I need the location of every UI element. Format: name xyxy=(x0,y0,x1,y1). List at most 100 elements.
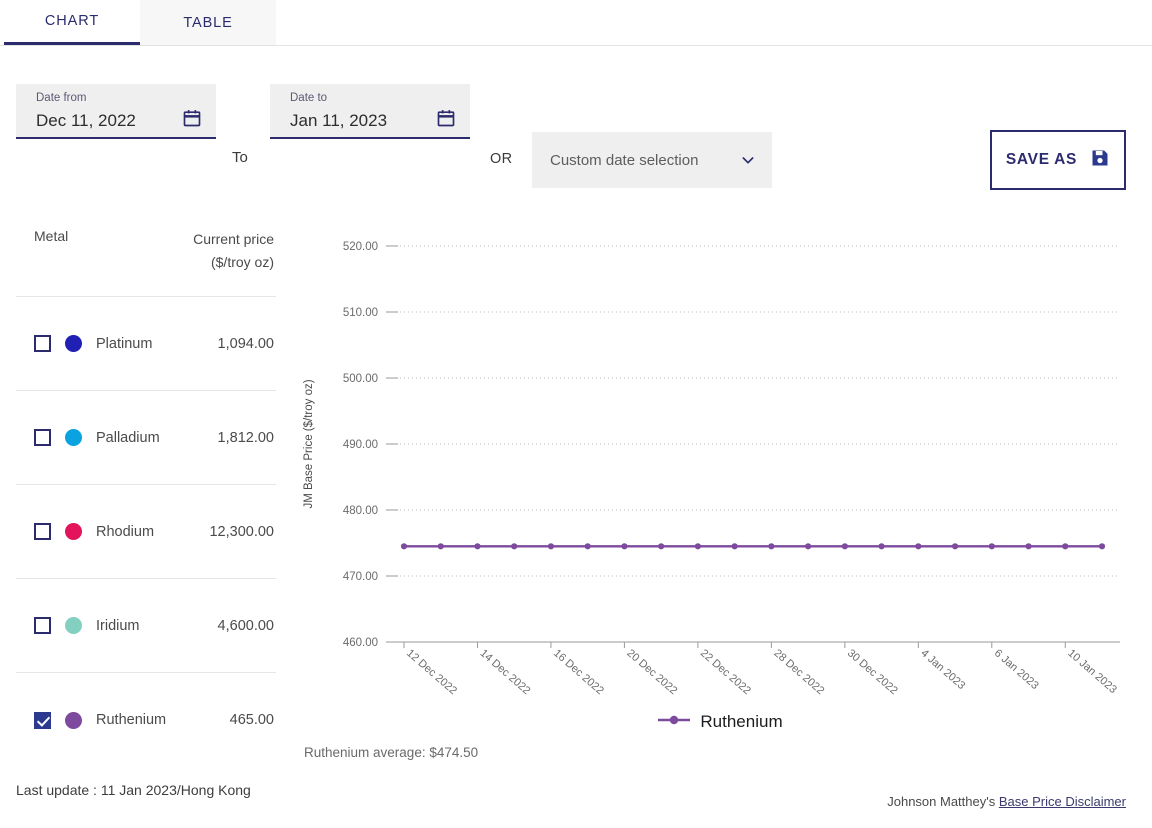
disclaimer-text: Johnson Matthey's Base Price Disclaimer xyxy=(887,794,1126,809)
metal-row-rhodium[interactable]: Rhodium12,300.00 xyxy=(16,485,276,579)
save-floppy-icon xyxy=(1090,148,1110,173)
chart-canvas: 460.00 470.00 480.00 490.00 500.00 510.00 520.… xyxy=(290,200,1150,700)
series-point xyxy=(401,543,407,549)
color-swatch-icon xyxy=(65,523,82,540)
metal-price: 465.00 xyxy=(230,712,276,728)
series-point xyxy=(952,543,958,549)
series-point xyxy=(1025,543,1031,549)
header-price-line2: ($/troy oz) xyxy=(211,254,274,270)
x-tick-label: 12 Dec 2022 xyxy=(404,647,459,697)
chevron-down-icon[interactable] xyxy=(740,152,756,168)
price-chart: 460.00 470.00 480.00 490.00 500.00 510.00 520.… xyxy=(290,200,1150,760)
series-point xyxy=(842,543,848,549)
x-tick-label: 22 Dec 2022 xyxy=(698,647,753,697)
date-from-value: Dec 11, 2022 xyxy=(36,107,204,135)
y-tick-label: 470.00 xyxy=(343,571,378,583)
calendar-icon[interactable] xyxy=(436,108,456,128)
tab-chart[interactable]: CHART xyxy=(4,0,140,45)
series-point xyxy=(1062,543,1068,549)
x-tick-label: 16 Dec 2022 xyxy=(551,647,606,697)
checkbox-palladium[interactable] xyxy=(34,429,51,446)
series-point xyxy=(768,543,774,549)
legend-label-ruthenium: Ruthenium xyxy=(700,712,782,732)
series-point xyxy=(511,543,517,549)
x-tick-label: 14 Dec 2022 xyxy=(478,647,533,697)
checkbox-platinum[interactable] xyxy=(34,335,51,352)
series-point xyxy=(695,543,701,549)
metal-name: Palladium xyxy=(96,430,218,446)
checkbox-rhodium[interactable] xyxy=(34,523,51,540)
header-price-line1: Current price xyxy=(193,231,274,247)
tab-table[interactable]: TABLE xyxy=(140,0,276,45)
x-tick-label: 6 Jan 2023 xyxy=(992,647,1041,692)
date-selection-dropdown[interactable]: Custom date selection xyxy=(532,132,772,188)
base-price-disclaimer-link[interactable]: Base Price Disclaimer xyxy=(999,794,1126,809)
y-tick-label: 520.00 xyxy=(343,241,378,253)
x-tick-label: 10 Jan 2023 xyxy=(1065,647,1119,696)
date-from-label: Date from xyxy=(36,91,204,105)
color-swatch-icon xyxy=(65,617,82,634)
series-point xyxy=(732,543,738,549)
average-annotation: Ruthenium average: $474.50 xyxy=(304,745,478,760)
header-current-price: Current price ($/troy oz) xyxy=(193,228,274,274)
checkbox-ruthenium[interactable] xyxy=(34,712,51,729)
y-tick-label: 500.00 xyxy=(343,373,378,385)
series-point xyxy=(878,543,884,549)
metal-table-header: Metal Current price ($/troy oz) xyxy=(16,210,276,297)
metal-name: Iridium xyxy=(96,618,218,634)
metal-row-iridium[interactable]: Iridium4,600.00 xyxy=(16,579,276,673)
metal-name: Rhodium xyxy=(96,524,209,540)
y-tick-label: 460.00 xyxy=(343,637,378,649)
metal-price: 12,300.00 xyxy=(209,524,276,540)
metal-price: 1,812.00 xyxy=(218,430,276,446)
disclaimer-prefix: Johnson Matthey's xyxy=(887,794,999,809)
tab-table-label: TABLE xyxy=(183,15,232,31)
metal-row-palladium[interactable]: Palladium1,812.00 xyxy=(16,391,276,485)
metal-list-panel: Metal Current price ($/troy oz) Platinum… xyxy=(16,210,276,767)
last-update-text: Last update : 11 Jan 2023/Hong Kong xyxy=(16,782,251,798)
metal-name: Ruthenium xyxy=(96,712,230,728)
metal-price: 4,600.00 xyxy=(218,618,276,634)
y-tick-label: 490.00 xyxy=(343,439,378,451)
metal-row-platinum[interactable]: Platinum1,094.00 xyxy=(16,297,276,391)
y-tick-label: 480.00 xyxy=(343,505,378,517)
tab-bar: CHART TABLE xyxy=(0,0,1152,46)
series-point xyxy=(438,543,444,549)
series-point xyxy=(658,543,664,549)
series-point xyxy=(1099,543,1105,549)
date-to-field[interactable]: Date to Jan 11, 2023 xyxy=(270,84,470,139)
x-tick-label: 4 Jan 2023 xyxy=(918,647,967,692)
x-tick-label: 30 Dec 2022 xyxy=(845,647,900,697)
series-point xyxy=(621,543,627,549)
checkbox-iridium[interactable] xyxy=(34,617,51,634)
x-tick-label: 28 Dec 2022 xyxy=(771,647,826,697)
header-metal: Metal xyxy=(34,228,68,244)
x-tick-label: 20 Dec 2022 xyxy=(624,647,679,697)
legend-marker-icon xyxy=(657,713,691,732)
chart-legend: Ruthenium xyxy=(290,712,1150,732)
color-swatch-icon xyxy=(65,429,82,446)
date-selection-value: Custom date selection xyxy=(550,152,740,169)
date-to-label: Date to xyxy=(290,91,458,105)
metal-name: Platinum xyxy=(96,336,218,352)
to-separator-label: To xyxy=(232,149,248,166)
series-point xyxy=(548,543,554,549)
calendar-icon[interactable] xyxy=(182,108,202,128)
color-swatch-icon xyxy=(65,335,82,352)
series-point xyxy=(989,543,995,549)
metal-price: 1,094.00 xyxy=(218,336,276,352)
save-as-button[interactable]: SAVE AS xyxy=(990,130,1126,190)
filter-toolbar: Date from Dec 11, 2022 To Date to Jan 11… xyxy=(0,46,1152,164)
metal-row-ruthenium[interactable]: Ruthenium465.00 xyxy=(16,673,276,767)
series-point xyxy=(805,543,811,549)
series-point xyxy=(585,543,591,549)
tab-chart-label: CHART xyxy=(45,13,99,29)
or-separator-label: OR xyxy=(490,151,513,167)
date-from-field[interactable]: Date from Dec 11, 2022 xyxy=(16,84,216,139)
save-as-label: SAVE AS xyxy=(1006,151,1077,169)
series-point xyxy=(915,543,921,549)
color-swatch-icon xyxy=(65,712,82,729)
y-tick-label: 510.00 xyxy=(343,307,378,319)
series-point xyxy=(474,543,480,549)
date-to-value: Jan 11, 2023 xyxy=(290,107,458,135)
